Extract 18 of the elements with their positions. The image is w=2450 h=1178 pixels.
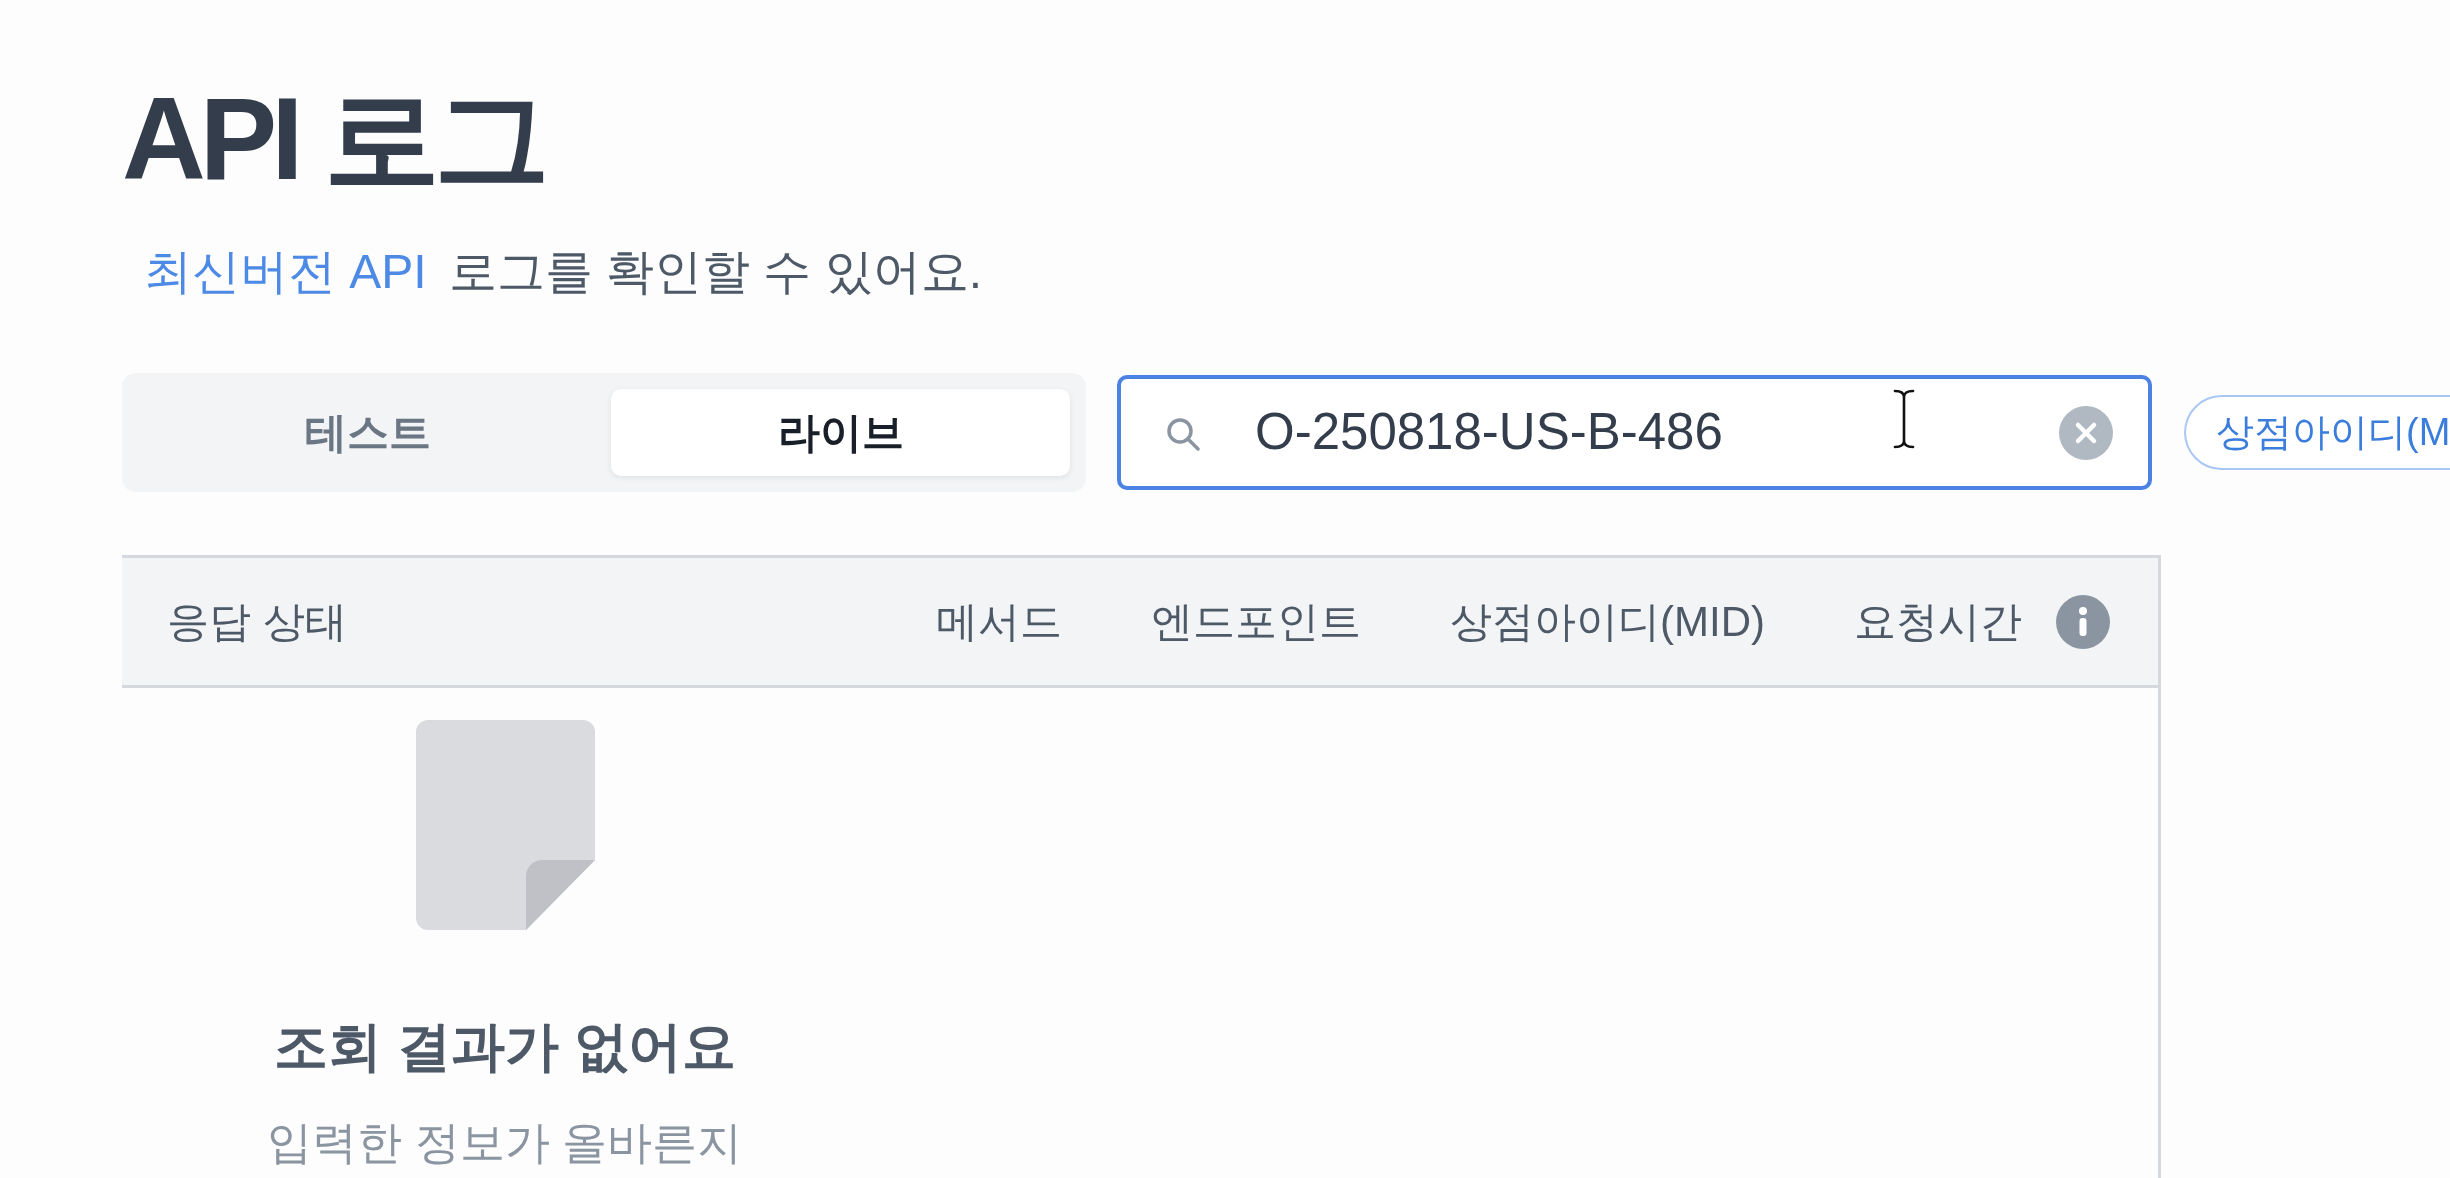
environment-tab[interactable]: 라이브 <box>611 389 1070 477</box>
environment-tab[interactable]: 테스트 <box>138 389 597 477</box>
empty-document-icon <box>415 720 595 931</box>
empty-state-message: 입력한 정보가 올바른지 <box>267 1117 743 1169</box>
column-header: 응답 상태 <box>167 597 347 648</box>
text-cursor-icon <box>1892 389 1916 450</box>
column-header: 상점아이디(MID) <box>1450 597 1765 648</box>
search-field[interactable]: O-250818-US-B-486 <box>1117 375 2152 491</box>
empty-state-title: 조회 결과가 없어요 <box>274 1015 736 1079</box>
column-header: 메서드 <box>936 597 1063 648</box>
search-input[interactable]: O-250818-US-B-486 <box>1255 394 2059 471</box>
column-header: 요청시간 <box>1854 597 2022 648</box>
page-description: 최신버전 API 로그를 확인할 수 있어요. <box>144 244 983 300</box>
info-icon[interactable] <box>2056 594 2110 649</box>
column-header: 엔드포인트 <box>1151 597 1362 648</box>
clear-button-icon[interactable] <box>2059 405 2113 460</box>
page-title: API 로그 <box>122 81 544 197</box>
merchant-id-filter-chip[interactable]: 상점아이디(M <box>2184 395 2450 471</box>
